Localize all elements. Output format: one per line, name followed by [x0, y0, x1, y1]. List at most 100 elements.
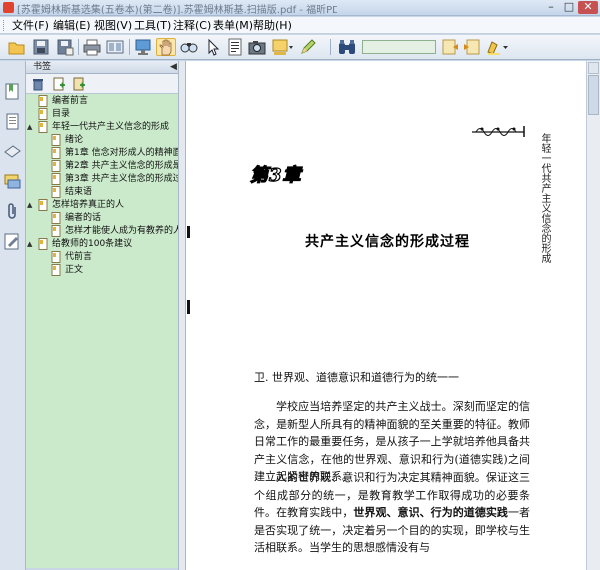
bookmark-panel-title: 书签: [33, 62, 52, 72]
bookmark-page-icon: [51, 212, 62, 224]
document-page[interactable]: 年轻一代共产主义信念的形成 第3章 共产主义信念的形成过程 卫. 世界观、道德意…: [186, 61, 586, 570]
app-icon: [3, 2, 14, 13]
bookmark-page-icon: [51, 186, 62, 198]
menu-comment[interactable]: 注释(C): [173, 18, 211, 33]
signature-panel-icon[interactable]: [4, 233, 21, 250]
bookmarks-panel-icon[interactable]: [4, 83, 21, 100]
bookmark-item[interactable]: 怎样才能使人成为有教养的人: [26, 225, 178, 238]
bookmark-label: 绪论: [65, 135, 84, 145]
bookmark-item[interactable]: 结束语: [26, 186, 178, 199]
menu-help[interactable]: 帮助(H): [253, 18, 292, 33]
menu-view[interactable]: 视图(V): [94, 18, 132, 33]
maximize-button[interactable]: □: [561, 1, 577, 14]
window-title: [苏霍姆林斯基选集(五卷本)(第二卷)].苏霍姆林斯基.扫描版.pdf - 福昕…: [17, 5, 337, 16]
collapse-panel-icon[interactable]: ◀: [170, 61, 177, 74]
next-result-icon[interactable]: [463, 38, 481, 56]
bookmark-label: 第3章 共产主义信念的形成过程: [65, 174, 178, 184]
comments-panel-icon[interactable]: [4, 173, 21, 190]
bookmark-page-icon: [51, 251, 62, 263]
bookmark-label: 年轻一代共产主义信念的形成: [52, 122, 170, 132]
bookmark-item[interactable]: 第1章 信念对形成人的精神面貌: [26, 147, 178, 160]
menu-tools[interactable]: 工具(T): [134, 18, 171, 33]
layers-panel-icon[interactable]: [4, 143, 21, 160]
collapse-toggle-icon[interactable]: ▲: [27, 122, 35, 132]
scroll-thumb[interactable]: [588, 75, 599, 115]
highlight-icon[interactable]: [486, 38, 512, 56]
chapter-label: 第3章: [249, 164, 302, 186]
bookmark-item[interactable]: 第3章 共产主义信念的形成过程: [26, 173, 178, 186]
bookmark-item[interactable]: 目录: [26, 108, 178, 121]
monitor-icon[interactable]: [134, 38, 152, 56]
page-view-icon[interactable]: [106, 38, 124, 56]
bookmark-item[interactable]: 编者的话: [26, 212, 178, 225]
bookmark-label: 正文: [65, 265, 84, 275]
scroll-up-button[interactable]: [588, 62, 599, 74]
bookmark-item[interactable]: 第2章 共产主义信念的形成是学: [26, 160, 178, 173]
menu-bar: 文件(F) 编辑(E) 视图(V) 工具(T) 注释(C) 表单(M) 帮助(H…: [0, 17, 600, 34]
bookmark-toolbar: [26, 74, 178, 94]
bookmark-item[interactable]: 编者前言: [26, 95, 178, 108]
toolbar-separator: [129, 39, 130, 55]
panel-splitter[interactable]: [178, 61, 186, 570]
save-icon[interactable]: [32, 38, 50, 56]
menu-file[interactable]: 文件(F): [12, 18, 49, 33]
bookmark-item[interactable]: 正文: [26, 264, 178, 277]
save-as-icon[interactable]: [56, 38, 74, 56]
collapse-toggle-icon[interactable]: ▲: [27, 239, 35, 249]
paragraph-bold-text: 世界观、意识、行为的道德实践: [353, 506, 508, 520]
bookmark-item[interactable]: 代前言: [26, 251, 178, 264]
bookmark-tree: 编者前言 目录 ▲ 年轻一代共产主义信念的形成 绪论 第1章 信念对形成人的精神…: [26, 94, 178, 568]
add-child-bookmark-icon[interactable]: [72, 77, 86, 91]
binoculars-icon[interactable]: [338, 38, 356, 56]
bookmark-item[interactable]: ▲ 怎样培养真正的人: [26, 199, 178, 212]
bookmark-item[interactable]: ▲ 年轻一代共产主义信念的形成: [26, 121, 178, 134]
bookmark-page-icon: [38, 238, 49, 250]
toolbar-separator: [78, 39, 79, 55]
zoom-tool-icon[interactable]: [180, 38, 198, 56]
delete-bookmark-icon[interactable]: [31, 77, 45, 91]
collapse-toggle-icon[interactable]: ▲: [27, 200, 35, 210]
chapter-title: 共产主义信念的形成过程: [305, 234, 470, 250]
paragraph: 人的世界观、意识和行为决定其精神面貌。保证这三个组成部分的统一，是教育教学工作取…: [254, 469, 530, 557]
bookmark-page-icon: [51, 225, 62, 237]
bookmark-label: 第1章 信念对形成人的精神面貌: [65, 148, 178, 158]
stamp-icon[interactable]: [271, 38, 293, 56]
toolbar-separator: [330, 39, 331, 55]
print-icon[interactable]: [83, 38, 101, 56]
navigation-strip: [0, 61, 26, 570]
minimize-button[interactable]: –: [543, 1, 559, 14]
snapshot-icon[interactable]: [248, 38, 266, 56]
bookmark-page-icon: [38, 199, 49, 211]
hand-tool-icon[interactable]: [156, 38, 176, 56]
bookmark-label: 给教师的100条建议: [52, 239, 133, 249]
edit-icon[interactable]: [299, 38, 317, 56]
select-arrow-icon[interactable]: [204, 38, 222, 56]
menu-form[interactable]: 表单(M): [213, 18, 253, 33]
bookmark-item[interactable]: ▲ 给教师的100条建议: [26, 238, 178, 251]
bookmark-page-icon: [38, 121, 49, 133]
title-bar: [苏霍姆林斯基选集(五卷本)(第二卷)].苏霍姆林斯基.扫描版.pdf - 福昕…: [0, 0, 600, 16]
pages-panel-icon[interactable]: [4, 113, 21, 130]
bookmark-page-icon: [51, 173, 62, 185]
bookmark-label: 编者的话: [65, 213, 102, 223]
bookmark-page-icon: [38, 95, 49, 107]
bookmark-page-icon: [51, 264, 62, 276]
toolbar: [0, 35, 600, 60]
bookmark-label: 编者前言: [52, 96, 89, 106]
add-bookmark-icon[interactable]: [52, 77, 66, 91]
running-head: 年轻一代共产主义信念的形成: [539, 133, 550, 263]
section-heading: 卫. 世界观、道德意识和道德行为的统一一: [254, 371, 459, 384]
page-edge-mark: [186, 226, 192, 316]
previous-result-icon[interactable]: [441, 38, 459, 56]
menu-grip[interactable]: [3, 20, 6, 31]
bookmark-label: 代前言: [65, 252, 93, 262]
vertical-scrollbar[interactable]: [586, 61, 600, 570]
attachments-panel-icon[interactable]: [4, 203, 21, 220]
search-input[interactable]: [362, 40, 436, 54]
open-icon[interactable]: [8, 38, 26, 56]
menu-edit[interactable]: 编辑(E): [53, 18, 91, 33]
bookmark-item[interactable]: 绪论: [26, 134, 178, 147]
text-select-icon[interactable]: [226, 38, 244, 56]
close-button[interactable]: ✕: [578, 1, 598, 14]
bookmark-label: 第2章 共产主义信念的形成是学: [65, 161, 178, 171]
